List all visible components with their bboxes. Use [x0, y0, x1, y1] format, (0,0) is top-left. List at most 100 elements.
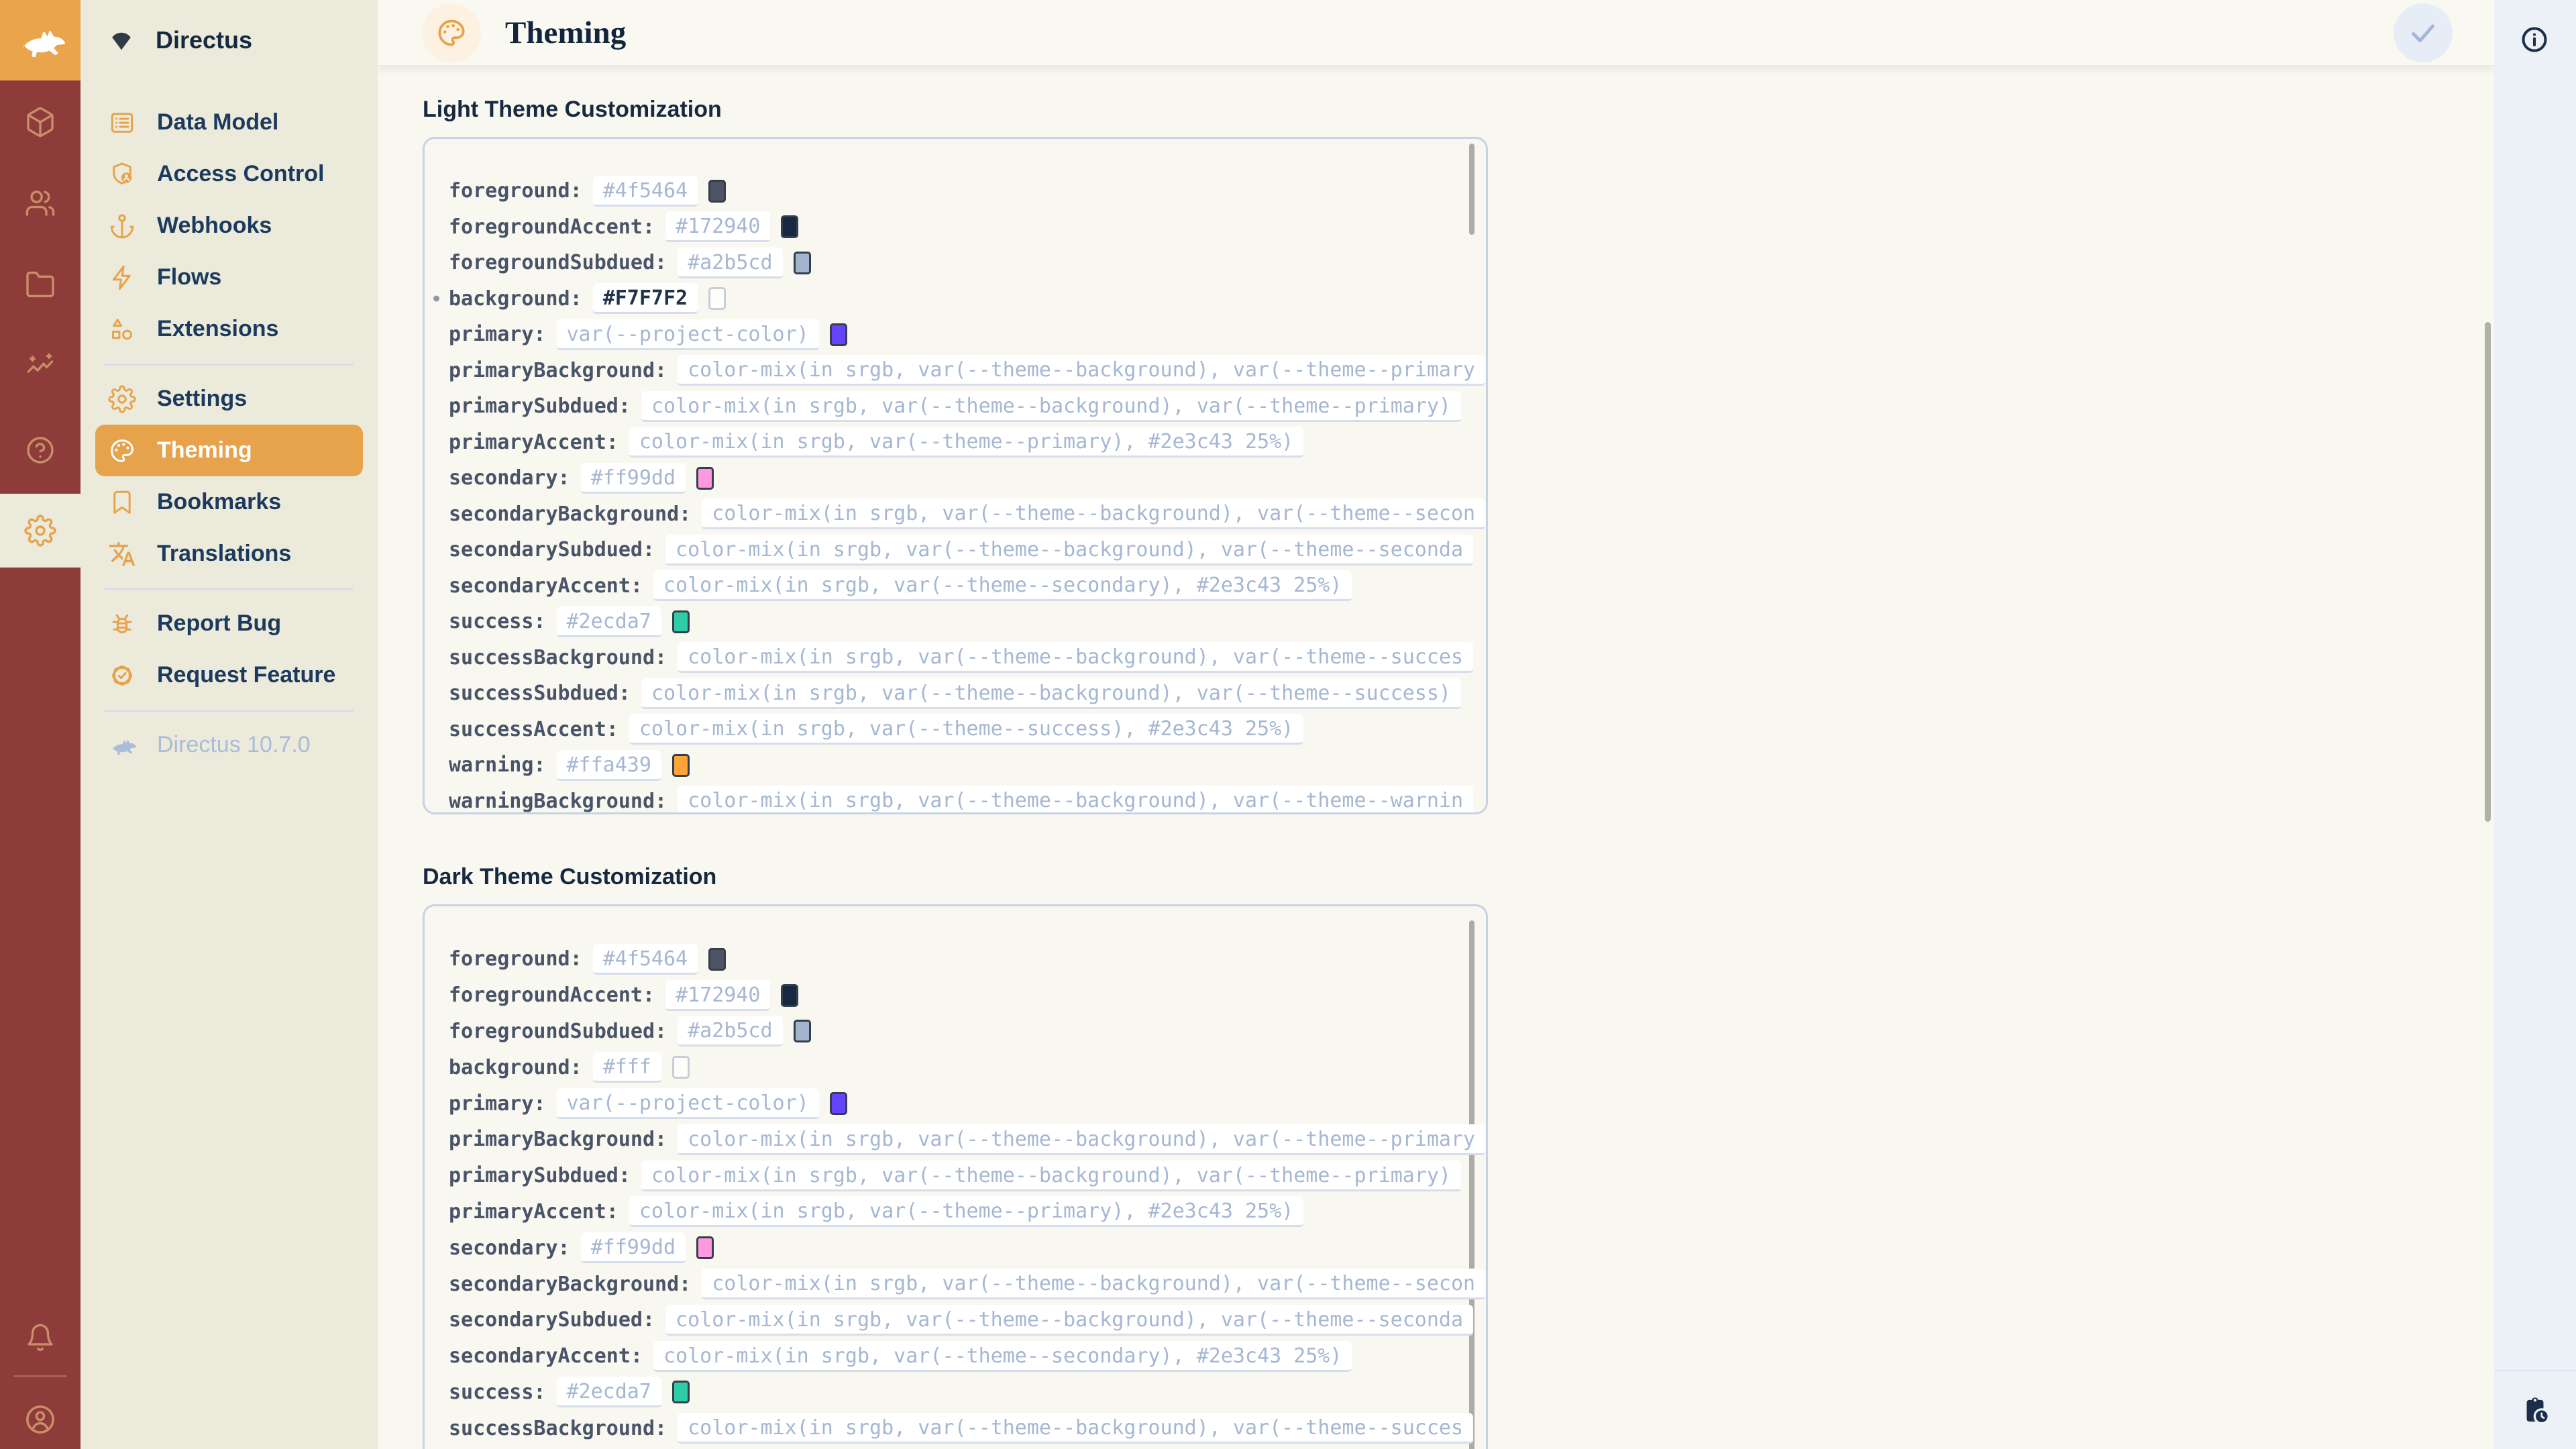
field-value-input[interactable]: color-mix(in srgb, var(--theme--backgrou…	[678, 1413, 1473, 1444]
field-key: foregroundSubdued:	[449, 1020, 667, 1043]
color-swatch[interactable]	[830, 1092, 847, 1115]
field-value-input[interactable]: color-mix(in srgb, var(--theme--backgrou…	[641, 391, 1461, 422]
field-value-input[interactable]: color-mix(in srgb, var(--theme--backgrou…	[665, 535, 1473, 566]
section-title-light: Light Theme Customization	[423, 95, 2494, 123]
insights-icon	[24, 351, 56, 383]
field-value-input[interactable]: var(--project-color)	[557, 319, 819, 350]
field-value-input[interactable]: color-mix(in srgb, var(--theme--backgrou…	[641, 1161, 1461, 1191]
field-value-input[interactable]: #F7F7F2	[593, 283, 698, 314]
color-swatch[interactable]	[708, 180, 726, 203]
color-swatch[interactable]	[708, 948, 726, 971]
page-scrollbar[interactable]	[2485, 322, 2491, 822]
theme-field-row: foregroundSubdued: #a2b5cd	[425, 1014, 1486, 1050]
field-key: warning:	[449, 753, 546, 777]
module-account[interactable]	[0, 1379, 80, 1449]
color-swatch[interactable]	[696, 467, 714, 490]
sidebar-item-theming[interactable]: Theming	[95, 425, 363, 476]
revisions-button[interactable]	[2520, 1395, 2551, 1426]
field-key: secondarySubdued:	[449, 538, 655, 561]
field-value-input[interactable]: #ff99dd	[581, 1232, 686, 1263]
sidebar-item-label: Data Model	[157, 109, 278, 136]
sidebar-item-webhooks[interactable]: Webhooks	[80, 200, 378, 252]
field-key: foregroundSubdued:	[449, 251, 667, 274]
module-insights[interactable]	[0, 327, 80, 407]
field-value-input[interactable]: #4f5464	[593, 944, 698, 975]
theme-field-row: background:#fff	[425, 1049, 1486, 1085]
module-settings[interactable]	[0, 494, 80, 568]
field-value-input[interactable]: color-mix(in srgb, var(--theme--backgrou…	[702, 498, 1485, 529]
dark-theme-editor: foreground:#4f5464foregroundAccent:#1729…	[423, 904, 1488, 1449]
theme-field-row: primaryAccent:color-mix(in srgb, var(--t…	[425, 1194, 1486, 1230]
save-button[interactable]	[2394, 3, 2453, 62]
module-content[interactable]	[0, 82, 80, 162]
shield-user-icon	[107, 160, 137, 189]
field-value-input[interactable]: color-mix(in srgb, var(--theme--secondar…	[653, 1341, 1352, 1372]
sidebar-item-label: Flows	[157, 264, 221, 290]
theme-field-row: primary:var(--project-color)	[425, 317, 1486, 353]
field-value-input[interactable]: #2ecda7	[557, 606, 661, 637]
field-value-input[interactable]: color-mix(in srgb, var(--theme--backgrou…	[641, 678, 1461, 709]
field-value-input[interactable]: #a2b5cd	[678, 1016, 782, 1046]
sidebar-item-label: Extensions	[157, 316, 278, 342]
field-value-input[interactable]: #4f5464	[593, 176, 698, 207]
field-value-input[interactable]: #2ecda7	[557, 1377, 661, 1407]
page-icon-chip	[422, 3, 481, 62]
sidebar-item-data-model[interactable]: Data Model	[80, 97, 378, 148]
module-files[interactable]	[0, 244, 80, 325]
palette-icon	[435, 17, 468, 49]
field-value-input[interactable]: color-mix(in srgb, var(--theme--backgrou…	[665, 1305, 1473, 1336]
field-value-input[interactable]: color-mix(in srgb, var(--theme--backgrou…	[702, 1269, 1485, 1299]
field-value-input[interactable]: color-mix(in srgb, var(--theme--backgrou…	[678, 1124, 1485, 1155]
sidebar-item-settings[interactable]: Settings	[80, 373, 378, 425]
color-swatch[interactable]	[672, 1056, 690, 1079]
color-swatch[interactable]	[696, 1236, 714, 1259]
help-icon	[24, 434, 56, 466]
rabbit-icon	[15, 15, 65, 65]
color-swatch[interactable]	[830, 323, 847, 346]
sidebar-divider	[105, 588, 354, 590]
sidebar-item-bookmarks[interactable]: Bookmarks	[80, 476, 378, 528]
sidebar-item-label: Settings	[157, 386, 247, 412]
field-value-input[interactable]: #ffa439	[557, 750, 661, 781]
color-swatch[interactable]	[708, 287, 726, 310]
field-value-input[interactable]: #172940	[665, 211, 770, 242]
color-swatch[interactable]	[781, 984, 798, 1007]
sidebar-item-flows[interactable]: Flows	[80, 252, 378, 303]
field-key: foreground:	[449, 947, 582, 971]
project-chooser[interactable]: Directus	[80, 0, 378, 80]
field-value-input[interactable]: var(--project-color)	[557, 1088, 819, 1119]
sidebar-item-extensions[interactable]: Extensions	[80, 303, 378, 355]
directus-logo[interactable]	[0, 0, 80, 80]
color-swatch[interactable]	[794, 252, 811, 274]
field-value-input[interactable]: color-mix(in srgb, var(--theme--success)…	[629, 714, 1303, 745]
module-users[interactable]	[0, 163, 80, 244]
sidebar-item-access-control[interactable]: Access Control	[80, 148, 378, 200]
field-value-input[interactable]: color-mix(in srgb, var(--theme--primary)…	[629, 1196, 1303, 1227]
module-docs[interactable]	[0, 410, 80, 490]
field-value-input[interactable]: color-mix(in srgb, var(--theme--backgrou…	[678, 355, 1485, 386]
color-swatch[interactable]	[781, 215, 798, 238]
field-value-input[interactable]: color-mix(in srgb, var(--theme--backgrou…	[678, 642, 1473, 673]
info-button[interactable]	[2520, 25, 2551, 56]
field-value-input[interactable]: color-mix(in srgb, var(--theme--backgrou…	[678, 786, 1473, 814]
field-value-input[interactable]: #ff99dd	[581, 463, 686, 494]
bell-icon	[24, 1322, 56, 1354]
field-value-input[interactable]: color-mix(in srgb, var(--theme--secondar…	[653, 570, 1352, 601]
color-swatch[interactable]	[672, 610, 690, 633]
field-value-input[interactable]: #172940	[665, 980, 770, 1011]
color-swatch[interactable]	[794, 1020, 811, 1042]
sidebar-divider	[105, 364, 354, 366]
sidebar-item-request-feature[interactable]: Request Feature	[80, 649, 378, 701]
field-value-input[interactable]: #fff	[593, 1052, 661, 1083]
sidebar-item-translations[interactable]: Translations	[80, 528, 378, 580]
theme-field-row: successBackground:color-mix(in srgb, var…	[425, 640, 1486, 676]
module-bar	[0, 0, 80, 1449]
project-name: Directus	[156, 26, 252, 54]
field-value-input[interactable]: color-mix(in srgb, var(--theme--primary)…	[629, 427, 1303, 458]
color-swatch[interactable]	[672, 1381, 690, 1403]
color-swatch[interactable]	[672, 754, 690, 777]
sidebar-item-report-bug[interactable]: Report Bug	[80, 598, 378, 649]
field-key: secondaryAccent:	[449, 574, 643, 598]
field-value-input[interactable]: #a2b5cd	[678, 248, 782, 278]
module-notifications[interactable]	[0, 1297, 80, 1378]
